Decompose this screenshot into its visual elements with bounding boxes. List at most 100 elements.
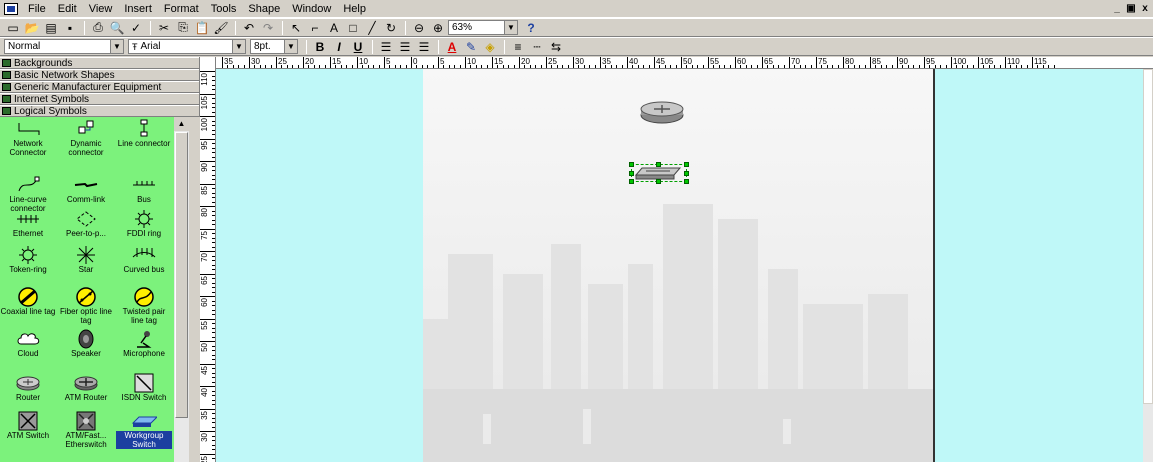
stencil-tab-generic-manufacturer[interactable]: Generic Manufacturer Equipment [0, 81, 199, 93]
stencil-tab-backgrounds[interactable]: Backgrounds [0, 57, 199, 69]
align-center-icon[interactable]: ☰ [396, 39, 414, 55]
menu-format[interactable]: Format [158, 0, 205, 18]
menu-window[interactable]: Window [286, 0, 337, 18]
stencil-shape-atm-etherswitch[interactable]: ATM/Fast... Etherswitch [58, 411, 114, 449]
connector-tool-icon[interactable]: ⌐ [306, 20, 324, 36]
stencil-shape-ethernet[interactable]: Ethernet [0, 209, 56, 238]
stencil-shape-speaker[interactable]: Speaker [58, 329, 114, 358]
minimize-button[interactable]: _ [1111, 3, 1123, 15]
stencil-tab-logical-symbols[interactable]: Logical Symbols [0, 105, 199, 117]
italic-button[interactable]: I [330, 39, 348, 55]
stencil-shape-fiber-optic-tag[interactable]: Fiber optic line tag [58, 287, 114, 325]
stencil-shape-line-curve-connector[interactable]: Line-curve connector [0, 175, 56, 213]
zoom-combo[interactable]: 63% ▼ [448, 20, 518, 35]
vertical-ruler[interactable]: 110 105 100 95 90 85 80 75 70 65 60 55 50 45 40 35 30 25 [200, 57, 216, 462]
scroll-up-icon[interactable]: ▲ [174, 117, 189, 131]
stencil-shape-comm-link[interactable]: Comm-link [58, 175, 114, 204]
pointer-tool-icon[interactable]: ↖ [287, 20, 305, 36]
selection-handle[interactable] [629, 171, 634, 176]
chevron-down-icon[interactable]: ▼ [504, 21, 517, 34]
print-preview-icon[interactable]: 🔍 [108, 20, 126, 36]
rectangle-tool-icon[interactable]: □ [344, 20, 362, 36]
font-size-combo[interactable]: 8pt. ▼ [250, 39, 298, 54]
stencil-shape-line-connector[interactable]: Line connector [116, 119, 172, 148]
selection-handle[interactable] [684, 162, 689, 167]
line-ends-icon[interactable]: ⇆ [547, 39, 565, 55]
panel-splitter[interactable] [189, 117, 200, 462]
menu-edit[interactable]: Edit [52, 0, 83, 18]
spelling-icon[interactable]: ✓ [127, 20, 145, 36]
cut-icon[interactable]: ✂ [155, 20, 173, 36]
menu-shape[interactable]: Shape [242, 0, 286, 18]
new-icon[interactable]: ▭ [4, 20, 22, 36]
line-tool-icon[interactable]: ╱ [363, 20, 381, 36]
chevron-down-icon[interactable]: ▼ [110, 40, 123, 53]
stencil-shape-curved-bus[interactable]: Curved bus [116, 245, 172, 274]
scrollbar-thumb[interactable] [175, 132, 188, 418]
stencil-shape-workgroup-switch[interactable]: Workgroup Switch [116, 411, 172, 449]
restore-button[interactable]: ▣ [1125, 3, 1137, 15]
selection-handle[interactable] [656, 162, 661, 167]
close-button[interactable]: x [1139, 3, 1151, 15]
stencil-shape-cloud[interactable]: Cloud [0, 329, 56, 358]
chevron-down-icon[interactable]: ▼ [232, 40, 245, 53]
format-painter-icon[interactable]: 🖌 [212, 20, 230, 36]
app-icon[interactable] [4, 2, 18, 15]
line-weight-icon[interactable]: ≡ [509, 39, 527, 55]
menu-tools[interactable]: Tools [205, 0, 243, 18]
menu-insert[interactable]: Insert [118, 0, 158, 18]
menu-help[interactable]: Help [337, 0, 372, 18]
scrollbar-thumb[interactable] [1143, 69, 1153, 404]
save-icon[interactable]: ▪ [61, 20, 79, 36]
selection-handle[interactable] [629, 179, 634, 184]
print-icon[interactable]: ⎙ [89, 20, 107, 36]
font-combo[interactable]: Ŧ Arial ▼ [128, 39, 246, 54]
stencil-icon[interactable]: ▤ [42, 20, 60, 36]
selection-handle[interactable] [684, 179, 689, 184]
align-left-icon[interactable]: ☰ [377, 39, 395, 55]
stencil-shape-fddi-ring[interactable]: FDDI ring [116, 209, 172, 238]
stencil-shape-isdn-switch[interactable]: ISDN Switch [116, 373, 172, 402]
bold-button[interactable]: B [311, 39, 329, 55]
stencil-shape-star[interactable]: Star [58, 245, 114, 274]
underline-button[interactable]: U [349, 39, 367, 55]
selection-handle[interactable] [656, 179, 661, 184]
line-color-icon[interactable]: ✎ [462, 39, 480, 55]
zoom-out-icon[interactable]: ⊖ [410, 20, 428, 36]
undo-icon[interactable]: ↶ [240, 20, 258, 36]
paste-icon[interactable]: 📋 [193, 20, 211, 36]
stencil-tab-basic-network[interactable]: Basic Network Shapes [0, 69, 199, 81]
text-tool-button[interactable]: A [325, 20, 343, 36]
menu-view[interactable]: View [83, 0, 119, 18]
stencil-shape-twisted-pair-tag[interactable]: Twisted pair line tag [116, 287, 172, 325]
menu-file[interactable]: File [22, 0, 52, 18]
drawing-canvas[interactable] [216, 69, 1143, 462]
canvas-vertical-scrollbar[interactable] [1143, 69, 1153, 462]
stencil-shape-microphone[interactable]: Microphone [116, 329, 172, 358]
rotate-tool-icon[interactable]: ↻ [382, 20, 400, 36]
stencil-shape-atm-router[interactable]: ATM Router [58, 373, 114, 402]
open-icon[interactable]: 📂 [23, 20, 41, 36]
stencil-scrollbar[interactable]: ▲ [174, 117, 189, 462]
stencil-shape-dynamic-connector[interactable]: Dynamic connector [58, 119, 114, 157]
stencil-shape-network-connector[interactable]: Network Connector [0, 119, 56, 157]
horizontal-ruler[interactable]: 35 30 25 20 15 10 5 0 5 10 15 20 25 30 35 40 45 50 55 60 65 7… [216, 57, 1153, 69]
redo-icon[interactable]: ↷ [259, 20, 277, 36]
fill-color-icon[interactable]: ◈ [481, 39, 499, 55]
help-button[interactable]: ? [522, 20, 540, 36]
copy-icon[interactable]: ⎘ [174, 20, 192, 36]
stencil-shape-router[interactable]: Router [0, 373, 56, 402]
stencil-shape-atm-switch[interactable]: ATM Switch [0, 411, 56, 440]
workgroup-switch-shape[interactable] [629, 162, 689, 184]
selection-handle[interactable] [684, 171, 689, 176]
text-color-icon[interactable]: A [443, 39, 461, 55]
stencil-shape-coaxial-tag[interactable]: Coaxial line tag [0, 287, 56, 316]
router-shape[interactable] [639, 100, 685, 126]
style-combo[interactable]: Normal ▼ [4, 39, 124, 54]
zoom-in-icon[interactable]: ⊕ [429, 20, 447, 36]
line-pattern-icon[interactable]: ┄ [528, 39, 546, 55]
drawing-page[interactable] [423, 69, 935, 462]
stencil-shape-bus[interactable]: Bus [116, 175, 172, 204]
stencil-tab-internet-symbols[interactable]: Internet Symbols [0, 93, 199, 105]
stencil-shape-token-ring[interactable]: Token-ring [0, 245, 56, 274]
